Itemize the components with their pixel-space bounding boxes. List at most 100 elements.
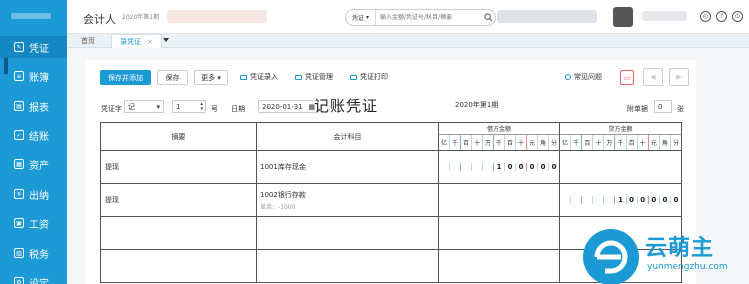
faq-link[interactable]: 常见问题 [565, 72, 602, 82]
amount-digit: 0 [515, 163, 526, 171]
help-icon[interactable]: ? [716, 11, 727, 22]
amount-digit [439, 163, 449, 171]
sidebar-item-voucher[interactable]: ✎ 凭证 [0, 36, 67, 58]
col-account-header: 会计科目 [256, 122, 439, 151]
amount-digit: 0 [658, 196, 670, 204]
sidebar-item-payroll[interactable]: ▣ 工资 [0, 212, 67, 234]
report-icon: ▤ [14, 101, 24, 111]
summary-cell[interactable]: 提现 [100, 150, 257, 184]
col-credit-header: 贷方金额 亿千百十万千百十元角分 [559, 122, 682, 151]
clock-icon[interactable]: ◴ [700, 11, 711, 22]
username-blurred[interactable] [642, 11, 687, 21]
save-add-button[interactable]: 保存并添加 [100, 70, 151, 85]
debit-cell[interactable] [438, 183, 560, 217]
sidebar-item-cashier[interactable]: ¥ 出纳 [0, 183, 67, 205]
more-button[interactable]: 更多 ▾ [194, 70, 228, 85]
voucher-word-select[interactable]: 记 ▾ [124, 100, 164, 113]
sidebar-item-label: 账簿 [29, 72, 49, 84]
sidebar-item-label: 设定 [29, 278, 49, 284]
credit-cell[interactable]: 100000 [559, 183, 682, 217]
next-voucher-button[interactable]: ▶ [669, 68, 689, 86]
question-icon [565, 74, 571, 80]
digit-unit-label: 元 [647, 135, 659, 150]
app-logo [4, 5, 58, 27]
prev-voucher-button[interactable]: ◀ [643, 68, 663, 86]
sidebar-item-tax[interactable]: ▥ 税务 [0, 242, 67, 264]
sidebar-item-label: 资产 [29, 160, 49, 172]
sidebar-item-settings[interactable]: ⚙ 设定 [0, 271, 67, 284]
closing-icon: ✓ [14, 130, 24, 140]
balance-hint: 显余：-1000 [260, 203, 296, 211]
sidebar-item-label: 工资 [29, 219, 49, 231]
close-icon[interactable]: × [147, 38, 153, 46]
digit-unit-label: 百 [504, 135, 515, 150]
voucher-manage-link[interactable]: 凭证管理 [295, 72, 333, 82]
digit-unit-label: 分 [548, 135, 559, 150]
table-row[interactable]: 提现 1001库存现金 100000 [100, 150, 682, 184]
voucher-number-stepper[interactable]: 1 ▴ ▾ [172, 100, 206, 113]
camera-icon [350, 74, 357, 80]
summary-cell[interactable]: 提现 [100, 183, 257, 217]
sidebar-item-report[interactable]: ▤ 报表 [0, 95, 67, 117]
search-icon[interactable] [481, 13, 495, 22]
sidebar-item-assets[interactable]: ▦ 资产 [0, 153, 67, 175]
app-window: ✎ 凭证 ≡ 账簿 ▤ 报表 ✓ 结账 ▦ 资产 ¥ 出纳 ▣ 工资 ▥ 税务 [0, 0, 749, 284]
account-cell[interactable] [256, 249, 439, 283]
account-cell[interactable]: 1002银行存款 显余：-1000 [256, 183, 439, 217]
sidebar-item-ledger[interactable]: ≡ 账簿 [0, 65, 67, 87]
attachments-label: 附单据 [627, 105, 648, 113]
company-name-blurred[interactable] [167, 10, 267, 23]
digit-unit-label: 万 [603, 135, 614, 150]
number-unit-label: 号 [211, 105, 218, 113]
debit-cell[interactable] [438, 249, 560, 283]
digit-unit-label: 角 [537, 135, 548, 150]
account-cell[interactable]: 1001库存现金 [256, 150, 439, 184]
amount-digit: 1 [614, 196, 625, 204]
amount-digit [460, 163, 471, 171]
amount-digit: 0 [669, 196, 681, 204]
avatar[interactable] [613, 7, 633, 27]
voucher-entry-link[interactable]: 凭证录入 [240, 72, 278, 82]
calculator-icon[interactable]: ▭ [620, 70, 634, 85]
power-icon[interactable]: ⏻ [732, 11, 743, 22]
credit-cell[interactable] [559, 150, 682, 184]
amount-digit [482, 163, 493, 171]
tab-voucher-entry[interactable]: 录凭证 × [111, 34, 162, 48]
amount-digit [471, 163, 482, 171]
voucher-print-link[interactable]: 凭证打印 [350, 72, 388, 82]
digit-unit-label: 千 [449, 135, 460, 150]
amount-digit [570, 196, 581, 204]
save-button[interactable]: 保存 [157, 70, 188, 85]
digit-unit-label: 分 [669, 135, 681, 150]
user-info-blurred[interactable] [497, 10, 597, 23]
col-debit-header: 借方金额 亿千百十万千百十元角分 [438, 122, 560, 151]
account-cell[interactable] [256, 216, 439, 250]
amount-digit: 0 [548, 163, 559, 171]
payroll-icon: ▣ [14, 218, 24, 228]
camera-icon [295, 74, 302, 80]
debit-cell[interactable] [438, 216, 560, 250]
col-summary-header: 摘要 [100, 122, 257, 151]
app-title: 会计人 [83, 13, 116, 26]
attachments-input[interactable]: 0 [654, 100, 672, 113]
digit-unit-label: 百 [625, 135, 637, 150]
digit-unit-label: 千 [493, 135, 504, 150]
amount-digit: 0 [537, 163, 548, 171]
amount-digit: 0 [647, 196, 659, 204]
search-category-select[interactable]: 凭证 ▾ [346, 10, 376, 25]
date-field[interactable]: 2020-01-31 ▦ [258, 100, 318, 113]
debit-cell[interactable]: 100000 [438, 150, 560, 184]
table-row[interactable]: 提现 1002银行存款 显余：-1000 100000 [100, 183, 682, 217]
amount-digit: 0 [526, 163, 537, 171]
sidebar-item-closing[interactable]: ✓ 结账 [0, 124, 67, 146]
digit-unit-label: 亿 [440, 140, 447, 147]
document-period: 2020年第1期 [455, 101, 499, 109]
summary-cell[interactable] [100, 249, 257, 283]
voucher-word-label: 凭证字 [101, 105, 122, 113]
document-title: 记账凭证 [314, 97, 379, 115]
tab-home[interactable]: 首页 [73, 34, 103, 48]
summary-cell[interactable] [100, 216, 257, 250]
camera-icon [240, 74, 247, 80]
tab-dropdown-icon[interactable] [163, 38, 169, 42]
search-input[interactable] [376, 14, 481, 21]
